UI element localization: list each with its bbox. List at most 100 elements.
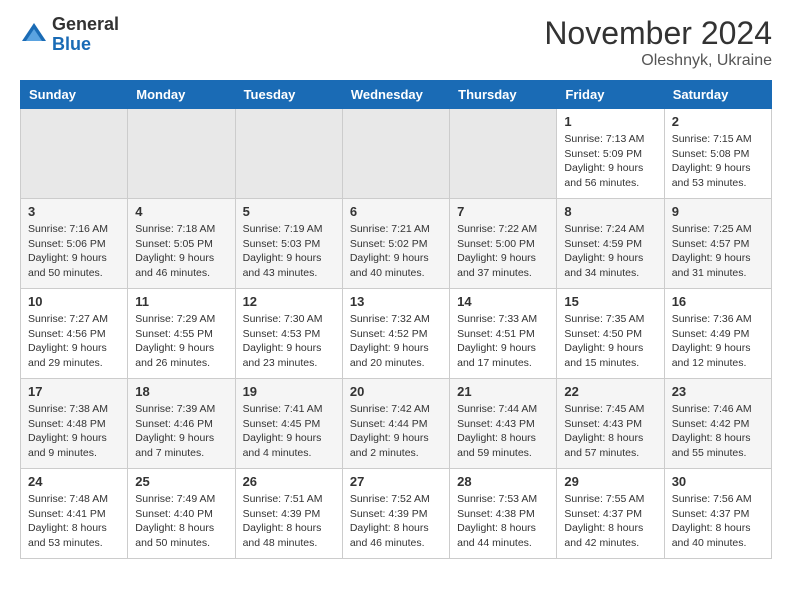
calendar-cell: 8 Sunrise: 7:24 AMSunset: 4:59 PMDaylight… [557, 199, 664, 289]
calendar-cell: 23 Sunrise: 7:46 AMSunset: 4:42 PMDayligh… [664, 379, 771, 469]
calendar-day-header: Friday [557, 81, 664, 109]
calendar-cell: 26 Sunrise: 7:51 AMSunset: 4:39 PMDayligh… [235, 469, 342, 559]
calendar-cell: 12 Sunrise: 7:30 AMSunset: 4:53 PMDayligh… [235, 289, 342, 379]
day-info: Sunrise: 7:51 AMSunset: 4:39 PMDaylight:… [243, 492, 335, 551]
calendar-cell: 1 Sunrise: 7:13 AMSunset: 5:09 PMDaylight… [557, 109, 664, 199]
calendar-day-header: Thursday [450, 81, 557, 109]
day-number: 1 [564, 114, 656, 129]
logo-blue-text: Blue [52, 35, 119, 55]
day-info: Sunrise: 7:24 AMSunset: 4:59 PMDaylight:… [564, 222, 656, 281]
calendar-cell: 3 Sunrise: 7:16 AMSunset: 5:06 PMDaylight… [21, 199, 128, 289]
calendar-cell [342, 109, 449, 199]
calendar-cell: 6 Sunrise: 7:21 AMSunset: 5:02 PMDaylight… [342, 199, 449, 289]
calendar-week-row: 24 Sunrise: 7:48 AMSunset: 4:41 PMDayligh… [21, 469, 772, 559]
day-info: Sunrise: 7:21 AMSunset: 5:02 PMDaylight:… [350, 222, 442, 281]
calendar-cell: 16 Sunrise: 7:36 AMSunset: 4:49 PMDayligh… [664, 289, 771, 379]
calendar-week-row: 1 Sunrise: 7:13 AMSunset: 5:09 PMDaylight… [21, 109, 772, 199]
day-number: 7 [457, 204, 549, 219]
calendar-cell [235, 109, 342, 199]
month-title: November 2024 [544, 15, 772, 52]
calendar-cell: 25 Sunrise: 7:49 AMSunset: 4:40 PMDayligh… [128, 469, 235, 559]
day-number: 21 [457, 384, 549, 399]
calendar-day-header: Monday [128, 81, 235, 109]
day-number: 30 [672, 474, 764, 489]
day-info: Sunrise: 7:46 AMSunset: 4:42 PMDaylight:… [672, 402, 764, 461]
calendar-cell: 10 Sunrise: 7:27 AMSunset: 4:56 PMDayligh… [21, 289, 128, 379]
day-info: Sunrise: 7:29 AMSunset: 4:55 PMDaylight:… [135, 312, 227, 371]
day-number: 6 [350, 204, 442, 219]
page-header: General Blue November 2024 Oleshnyk, Ukr… [0, 0, 792, 80]
day-number: 14 [457, 294, 549, 309]
calendar-week-row: 17 Sunrise: 7:38 AMSunset: 4:48 PMDayligh… [21, 379, 772, 469]
day-info: Sunrise: 7:53 AMSunset: 4:38 PMDaylight:… [457, 492, 549, 551]
day-number: 17 [28, 384, 120, 399]
day-info: Sunrise: 7:30 AMSunset: 4:53 PMDaylight:… [243, 312, 335, 371]
day-number: 20 [350, 384, 442, 399]
day-info: Sunrise: 7:18 AMSunset: 5:05 PMDaylight:… [135, 222, 227, 281]
calendar-cell: 30 Sunrise: 7:56 AMSunset: 4:37 PMDayligh… [664, 469, 771, 559]
day-number: 19 [243, 384, 335, 399]
calendar-cell: 17 Sunrise: 7:38 AMSunset: 4:48 PMDayligh… [21, 379, 128, 469]
day-number: 2 [672, 114, 764, 129]
day-number: 27 [350, 474, 442, 489]
day-info: Sunrise: 7:39 AMSunset: 4:46 PMDaylight:… [135, 402, 227, 461]
calendar-cell [128, 109, 235, 199]
calendar-cell: 11 Sunrise: 7:29 AMSunset: 4:55 PMDayligh… [128, 289, 235, 379]
day-number: 25 [135, 474, 227, 489]
day-number: 5 [243, 204, 335, 219]
day-number: 16 [672, 294, 764, 309]
day-number: 4 [135, 204, 227, 219]
calendar-header-row: SundayMondayTuesdayWednesdayThursdayFrid… [21, 81, 772, 109]
day-info: Sunrise: 7:27 AMSunset: 4:56 PMDaylight:… [28, 312, 120, 371]
calendar-cell: 19Sunrise: 7:41 AMSunset: 4:45 PMDayligh… [235, 379, 342, 469]
day-number: 12 [243, 294, 335, 309]
day-info: Sunrise: 7:25 AMSunset: 4:57 PMDaylight:… [672, 222, 764, 281]
day-number: 8 [564, 204, 656, 219]
logo-text: General Blue [52, 15, 119, 55]
day-info: Sunrise: 7:44 AMSunset: 4:43 PMDaylight:… [457, 402, 549, 461]
day-number: 11 [135, 294, 227, 309]
calendar-wrapper: SundayMondayTuesdayWednesdayThursdayFrid… [0, 80, 792, 569]
calendar-week-row: 3 Sunrise: 7:16 AMSunset: 5:06 PMDaylight… [21, 199, 772, 289]
logo-icon [20, 21, 48, 49]
calendar-cell: 29Sunrise: 7:55 AMSunset: 4:37 PMDayligh… [557, 469, 664, 559]
day-info: Sunrise: 7:45 AMSunset: 4:43 PMDaylight:… [564, 402, 656, 461]
calendar-day-header: Wednesday [342, 81, 449, 109]
day-info: Sunrise: 7:13 AMSunset: 5:09 PMDaylight:… [564, 132, 656, 191]
calendar-cell: 7Sunrise: 7:22 AMSunset: 5:00 PMDaylight… [450, 199, 557, 289]
day-number: 9 [672, 204, 764, 219]
day-info: Sunrise: 7:52 AMSunset: 4:39 PMDaylight:… [350, 492, 442, 551]
day-number: 26 [243, 474, 335, 489]
calendar-cell: 22Sunrise: 7:45 AMSunset: 4:43 PMDayligh… [557, 379, 664, 469]
calendar-cell: 4 Sunrise: 7:18 AMSunset: 5:05 PMDaylight… [128, 199, 235, 289]
calendar-cell: 14 Sunrise: 7:33 AMSunset: 4:51 PMDayligh… [450, 289, 557, 379]
title-section: November 2024 Oleshnyk, Ukraine [544, 15, 772, 70]
day-number: 10 [28, 294, 120, 309]
calendar-cell: 20Sunrise: 7:42 AMSunset: 4:44 PMDayligh… [342, 379, 449, 469]
calendar-cell: 28Sunrise: 7:53 AMSunset: 4:38 PMDayligh… [450, 469, 557, 559]
logo-general-text: General [52, 15, 119, 35]
calendar-cell [450, 109, 557, 199]
day-number: 23 [672, 384, 764, 399]
calendar-cell: 24 Sunrise: 7:48 AMSunset: 4:41 PMDayligh… [21, 469, 128, 559]
calendar-cell: 2Sunrise: 7:15 AMSunset: 5:08 PMDaylight… [664, 109, 771, 199]
day-info: Sunrise: 7:19 AMSunset: 5:03 PMDaylight:… [243, 222, 335, 281]
day-info: Sunrise: 7:49 AMSunset: 4:40 PMDaylight:… [135, 492, 227, 551]
day-number: 13 [350, 294, 442, 309]
calendar-week-row: 10 Sunrise: 7:27 AMSunset: 4:56 PMDayligh… [21, 289, 772, 379]
calendar-day-header: Tuesday [235, 81, 342, 109]
calendar-cell: 15Sunrise: 7:35 AMSunset: 4:50 PMDayligh… [557, 289, 664, 379]
day-info: Sunrise: 7:36 AMSunset: 4:49 PMDaylight:… [672, 312, 764, 371]
day-info: Sunrise: 7:38 AMSunset: 4:48 PMDaylight:… [28, 402, 120, 461]
day-info: Sunrise: 7:16 AMSunset: 5:06 PMDaylight:… [28, 222, 120, 281]
day-number: 24 [28, 474, 120, 489]
day-info: Sunrise: 7:55 AMSunset: 4:37 PMDaylight:… [564, 492, 656, 551]
calendar-cell [21, 109, 128, 199]
day-number: 3 [28, 204, 120, 219]
day-info: Sunrise: 7:32 AMSunset: 4:52 PMDaylight:… [350, 312, 442, 371]
calendar-cell: 13 Sunrise: 7:32 AMSunset: 4:52 PMDayligh… [342, 289, 449, 379]
logo: General Blue [20, 15, 119, 55]
day-info: Sunrise: 7:56 AMSunset: 4:37 PMDaylight:… [672, 492, 764, 551]
day-info: Sunrise: 7:33 AMSunset: 4:51 PMDaylight:… [457, 312, 549, 371]
day-info: Sunrise: 7:48 AMSunset: 4:41 PMDaylight:… [28, 492, 120, 551]
